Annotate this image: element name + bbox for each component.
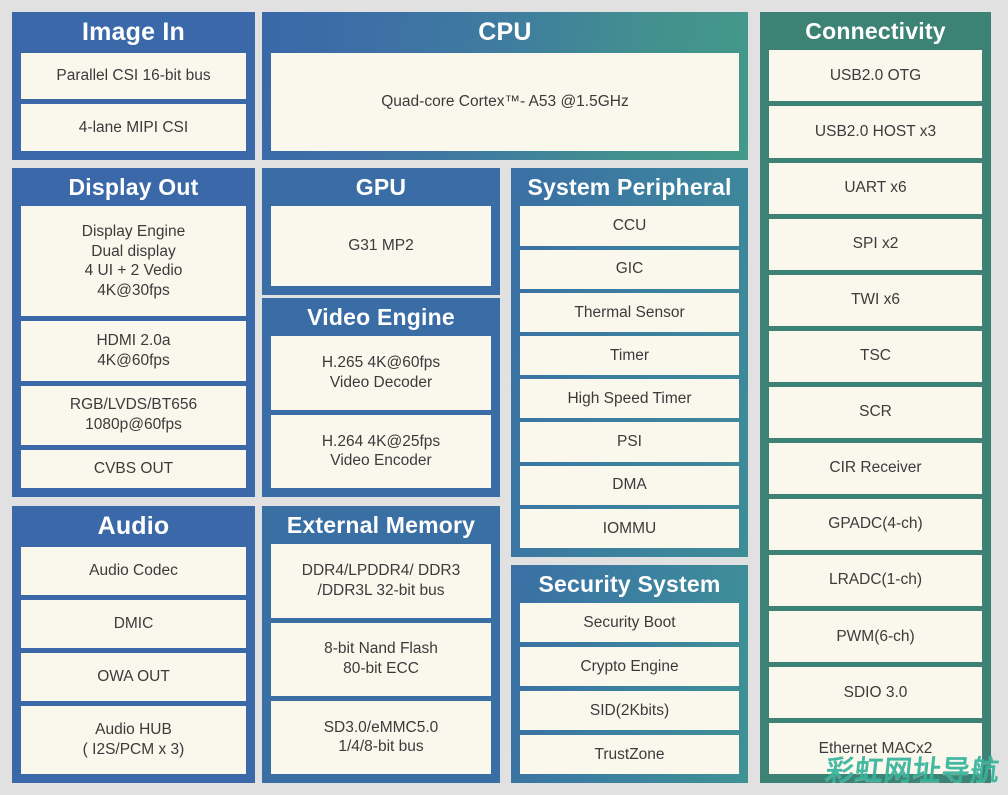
block-item: CIR Receiver xyxy=(769,442,982,494)
block-item: TrustZone xyxy=(520,735,739,774)
block-item: Timer xyxy=(520,336,739,376)
block-items-external-memory: DDR4/LPDDR4/ DDR3 /DDR3L 32-bit bus 8-bi… xyxy=(271,544,491,774)
block-cpu: CPU Quad-core Cortex™- A53 @1.5GHz xyxy=(262,12,748,160)
block-image-in: Image In Parallel CSI 16-bit bus 4-lane … xyxy=(12,12,255,160)
block-item: LRADC(1-ch) xyxy=(769,554,982,606)
block-video-engine: Video Engine H.265 4K@60fps Video Decode… xyxy=(262,298,500,497)
block-item: HDMI 2.0a 4K@60fps xyxy=(21,321,246,381)
block-item: DDR4/LPDDR4/ DDR3 /DDR3L 32-bit bus xyxy=(271,544,491,618)
block-item: GPADC(4-ch) xyxy=(769,498,982,550)
block-item: CVBS OUT xyxy=(21,449,246,488)
block-connectivity: Connectivity USB2.0 OTG USB2.0 HOST x3 U… xyxy=(760,12,991,783)
block-title-connectivity: Connectivity xyxy=(805,18,946,44)
block-item: Crypto Engine xyxy=(520,647,739,687)
block-security-system: Security System Security Boot Crypto Eng… xyxy=(511,565,748,783)
block-gpu: GPU G31 MP2 xyxy=(262,168,500,295)
block-item: SD3.0/eMMC5.0 1/4/8-bit bus xyxy=(271,700,491,774)
block-items-security-system: Security Boot Crypto Engine SID(2Kbits) … xyxy=(520,603,739,774)
block-items-display-out: Display Engine Dual display 4 UI + 2 Ved… xyxy=(21,206,246,488)
block-item: H.265 4K@60fps Video Decoder xyxy=(271,336,491,410)
block-item: PSI xyxy=(520,422,739,462)
block-item: CCU xyxy=(520,206,739,246)
block-items-system-peripheral: CCU GIC Thermal Sensor Timer High Speed … xyxy=(520,206,739,549)
block-audio: Audio Audio Codec DMIC OWA OUT Audio HUB… xyxy=(12,506,255,783)
block-item: Thermal Sensor xyxy=(520,292,739,333)
block-system-peripheral: System Peripheral CCU GIC Thermal Sensor… xyxy=(511,168,748,557)
block-item: SPI x2 xyxy=(769,218,982,270)
block-item: SCR xyxy=(769,386,982,438)
block-item: IOMMU xyxy=(520,508,739,549)
block-item: Audio HUB ( I2S/PCM x 3) xyxy=(21,706,246,775)
soc-block-diagram: Image In Parallel CSI 16-bit bus 4-lane … xyxy=(0,0,1008,795)
block-item: Security Boot xyxy=(520,603,739,643)
block-item: PWM(6-ch) xyxy=(769,610,982,662)
block-item: G31 MP2 xyxy=(271,206,491,286)
block-item: DMIC xyxy=(21,599,246,648)
block-item: USB2.0 OTG xyxy=(769,50,982,102)
block-item: Audio Codec xyxy=(21,546,246,595)
block-title-display-out: Display Out xyxy=(68,174,199,200)
block-items-audio: Audio Codec DMIC OWA OUT Audio HUB ( I2S… xyxy=(21,546,246,775)
block-item: Display Engine Dual display 4 UI + 2 Ved… xyxy=(21,206,246,317)
block-title-video-engine: Video Engine xyxy=(307,304,455,330)
block-item: GIC xyxy=(520,249,739,289)
block-item: H.264 4K@25fps Video Encoder xyxy=(271,414,491,488)
block-title-cpu: CPU xyxy=(478,18,532,46)
block-external-memory: External Memory DDR4/LPDDR4/ DDR3 /DDR3L… xyxy=(262,506,500,783)
block-item: SID(2Kbits) xyxy=(520,691,739,731)
block-item: UART x6 xyxy=(769,162,982,214)
block-item: RGB/LVDS/BT656 1080p@60fps xyxy=(21,385,246,445)
block-item: OWA OUT xyxy=(21,652,246,702)
block-title-audio: Audio xyxy=(97,512,170,540)
block-item: Parallel CSI 16-bit bus xyxy=(21,52,246,100)
block-items-cpu: Quad-core Cortex™- A53 @1.5GHz xyxy=(271,52,739,151)
block-item: SDIO 3.0 xyxy=(769,666,982,718)
block-title-system-peripheral: System Peripheral xyxy=(527,174,732,200)
block-item: DMA xyxy=(520,465,739,505)
block-item: 4-lane MIPI CSI xyxy=(21,104,246,151)
block-item: TWI x6 xyxy=(769,274,982,326)
block-items-connectivity: USB2.0 OTG USB2.0 HOST x3 UART x6 SPI x2… xyxy=(769,50,982,775)
watermark-text: 彩虹网址导航 xyxy=(824,754,1002,787)
block-items-video-engine: H.265 4K@60fps Video Decoder H.264 4K@25… xyxy=(271,336,491,488)
block-title-gpu: GPU xyxy=(355,174,407,200)
block-items-image-in: Parallel CSI 16-bit bus 4-lane MIPI CSI xyxy=(21,52,246,151)
block-item: TSC xyxy=(769,330,982,382)
block-title-security-system: Security System xyxy=(538,571,721,597)
block-item: USB2.0 HOST x3 xyxy=(769,106,982,158)
block-item: Quad-core Cortex™- A53 @1.5GHz xyxy=(271,52,739,151)
block-title-image-in: Image In xyxy=(81,18,186,46)
block-items-gpu: G31 MP2 xyxy=(271,206,491,286)
block-item: High Speed Timer xyxy=(520,379,739,419)
block-display-out: Display Out Display Engine Dual display … xyxy=(12,168,255,497)
block-item: 8-bit Nand Flash 80-bit ECC xyxy=(271,622,491,696)
block-title-external-memory: External Memory xyxy=(286,512,476,538)
